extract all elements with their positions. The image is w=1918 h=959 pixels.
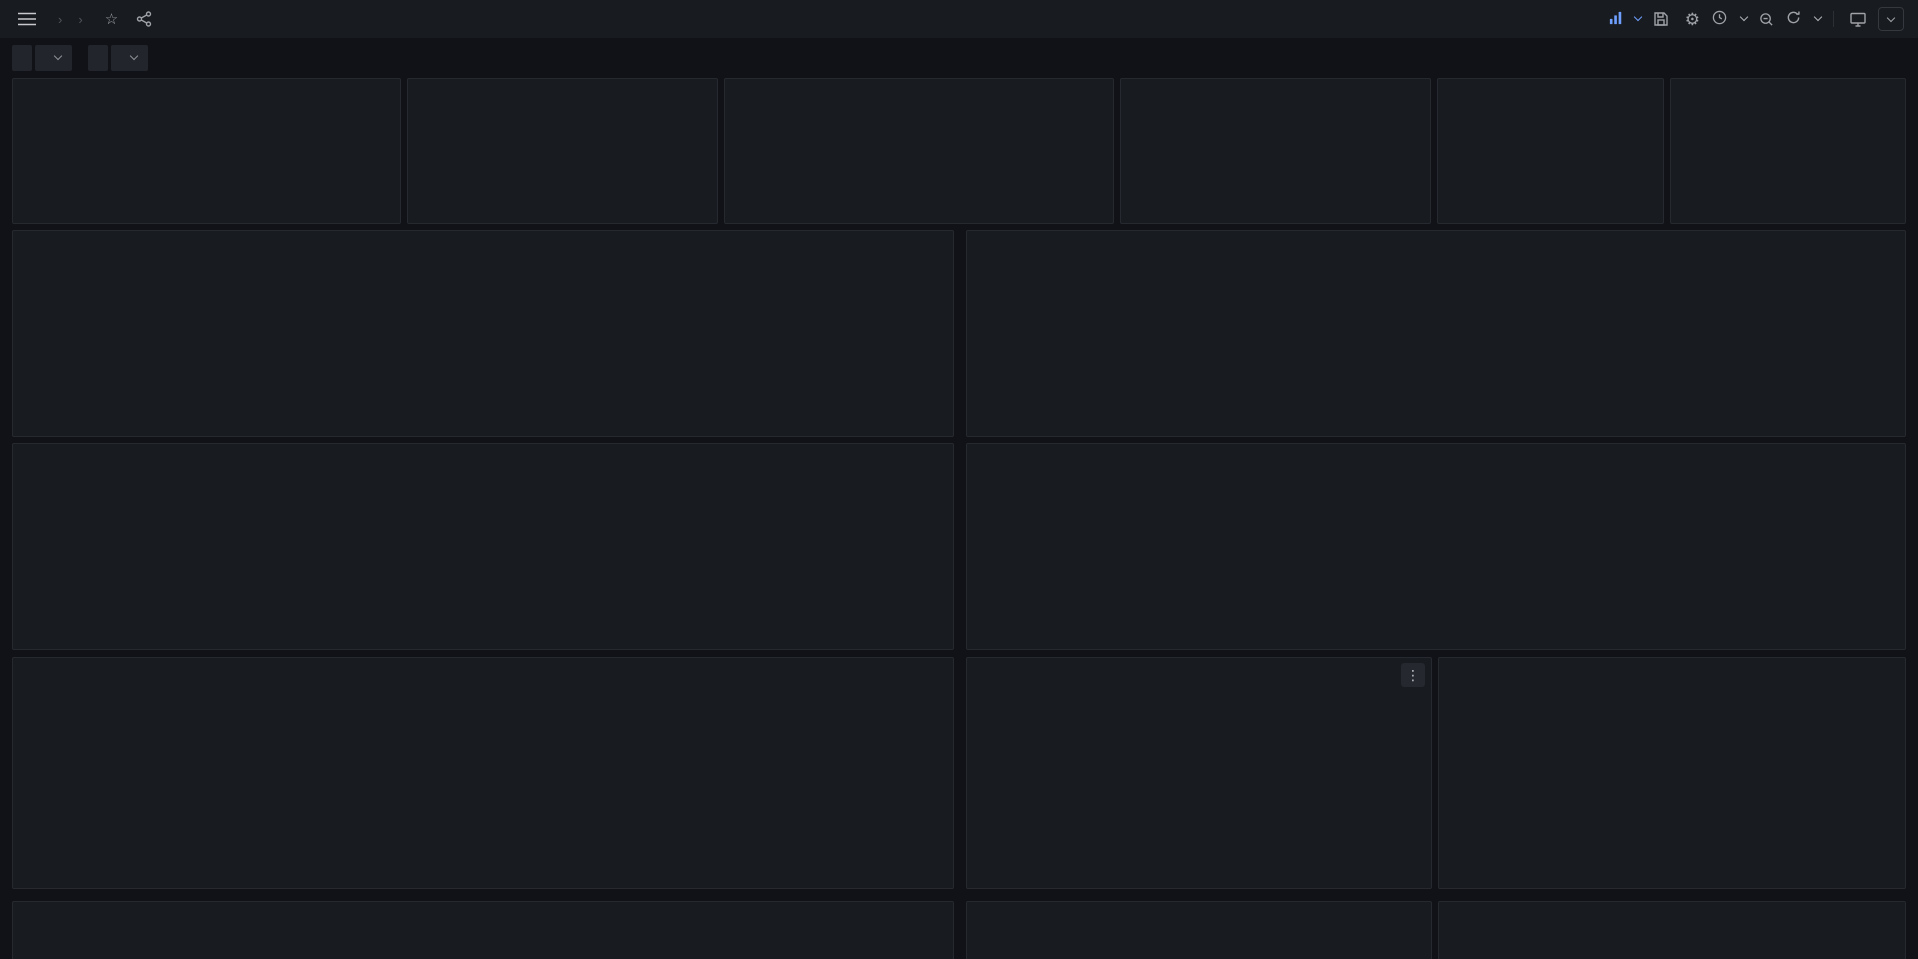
panel-title[interactable] xyxy=(967,231,1905,243)
panel-upstream-4xx-responses xyxy=(1438,657,1906,889)
panel-downstream-network-traffic xyxy=(966,443,1906,650)
time-series-chart[interactable] xyxy=(967,456,1905,625)
panel-title[interactable] xyxy=(967,902,1431,914)
panel-live-servers xyxy=(12,78,401,224)
panel-title[interactable] xyxy=(1439,658,1905,670)
chart-legend xyxy=(13,625,953,649)
panel-avg-uptime xyxy=(407,78,718,224)
panel-allocated-memory xyxy=(724,78,1114,224)
settings-gear-icon[interactable]: ⚙ xyxy=(1681,7,1704,32)
panel-title[interactable] xyxy=(13,79,400,91)
time-series-chart[interactable] xyxy=(13,670,953,864)
panel-upstream-network-traffic xyxy=(12,443,954,650)
panel-title[interactable] xyxy=(967,658,1431,670)
panel-upstream-2xx-responses: ⋮ xyxy=(966,657,1432,889)
grafana-dashboard: › › ☆ xyxy=(0,0,1918,959)
toolbar-divider xyxy=(1833,11,1834,27)
var-cluster xyxy=(88,45,148,71)
panel-title[interactable] xyxy=(408,79,717,91)
share-icon[interactable] xyxy=(132,7,156,31)
var-cluster-label xyxy=(88,45,108,71)
chart-legend xyxy=(967,625,1905,649)
time-series-chart[interactable] xyxy=(967,243,1905,412)
panel-title[interactable] xyxy=(13,444,953,456)
panel-upstream-latency xyxy=(12,657,954,889)
menu-toggle-icon[interactable] xyxy=(14,8,40,30)
collapse-toolbar-button[interactable] xyxy=(1878,7,1904,31)
refresh-icon xyxy=(1786,10,1801,28)
variables-bar xyxy=(0,38,1918,78)
panel-title[interactable] xyxy=(13,658,953,670)
time-series-chart[interactable] xyxy=(13,243,953,412)
panel-heap-size xyxy=(1120,78,1431,224)
panel-cluster-state xyxy=(1670,78,1906,224)
zoom-out-icon[interactable] xyxy=(1755,8,1778,31)
var-cluster-select[interactable] xyxy=(111,45,148,71)
panel-title[interactable] xyxy=(1439,902,1905,914)
chart-legend xyxy=(967,412,1905,436)
live-servers-gauge xyxy=(122,96,292,210)
save-dashboard-icon[interactable] xyxy=(1649,7,1673,31)
panel-title[interactable] xyxy=(725,79,1113,91)
panel-upstream-3xx-responses xyxy=(1438,901,1906,959)
time-series-chart[interactable] xyxy=(13,456,953,625)
favorite-star-icon[interactable]: ☆ xyxy=(101,8,122,31)
breadcrumb-separator: › xyxy=(78,12,82,27)
panel-unhealthy-clusters xyxy=(1437,78,1664,224)
panel-title[interactable] xyxy=(13,902,953,914)
time-range-picker[interactable] xyxy=(1712,10,1747,28)
panel-upstream-5xx-responses xyxy=(966,901,1432,959)
panel-title[interactable] xyxy=(13,231,953,243)
clock-icon xyxy=(1712,10,1727,28)
refresh-button[interactable] xyxy=(1786,10,1821,28)
panel-downstream-members xyxy=(12,901,954,959)
panel-title[interactable] xyxy=(1438,79,1663,91)
top-nav-bar: › › ☆ xyxy=(0,0,1918,38)
chart-legend xyxy=(13,864,953,888)
chart-legend xyxy=(13,412,953,436)
panel-total-active-connections xyxy=(12,230,954,437)
time-series-chart[interactable] xyxy=(13,914,953,959)
chart-legend xyxy=(967,864,1431,888)
panel-title[interactable] xyxy=(967,444,1905,456)
time-series-chart[interactable] xyxy=(967,670,1431,864)
add-panel-icon xyxy=(1609,11,1623,28)
var-datasource-label xyxy=(12,45,32,71)
no-data-message xyxy=(1439,670,1905,888)
var-datasource-select[interactable] xyxy=(35,45,72,71)
var-datasource xyxy=(12,45,72,71)
breadcrumb: › › xyxy=(50,12,91,27)
panel-title[interactable] xyxy=(1121,79,1430,91)
panel-total-requests xyxy=(966,230,1906,437)
add-button[interactable] xyxy=(1609,11,1641,28)
tv-mode-icon[interactable] xyxy=(1846,8,1870,31)
panel-title[interactable] xyxy=(1671,79,1905,91)
breadcrumb-separator: › xyxy=(58,12,62,27)
